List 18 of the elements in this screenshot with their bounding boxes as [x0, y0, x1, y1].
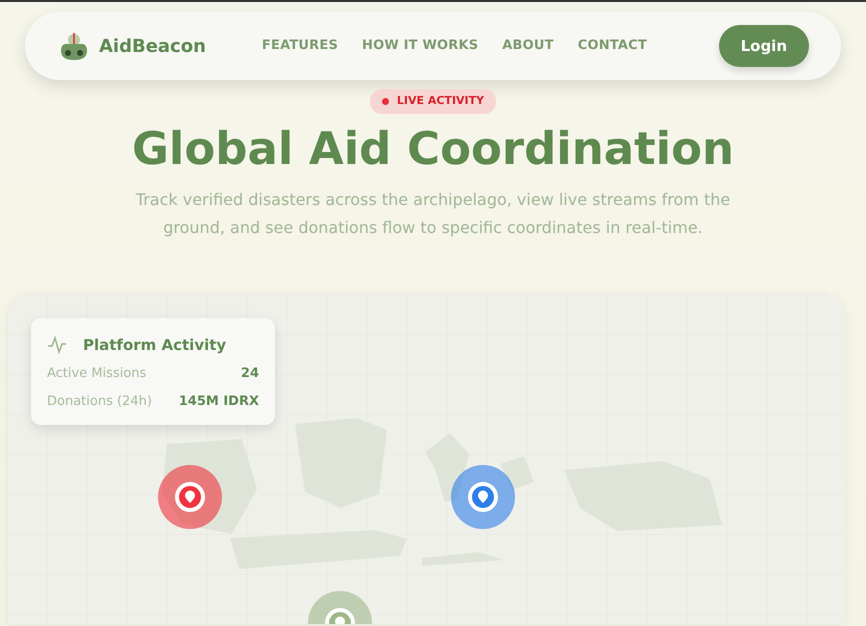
login-button[interactable]: Login	[718, 24, 809, 68]
nav-link[interactable]: ABOUT	[502, 36, 554, 56]
badge-label: LIVE ACTIVITY	[396, 93, 484, 110]
activity-card-title: Platform Activity	[83, 334, 226, 356]
pin-icon	[477, 490, 489, 504]
hero-subtitle: Track verified disasters across the archipelago, view live streams from the ground, and see donations flow to specific coordinates in real-time.	[134, 188, 732, 239]
stat-label: Active Missions	[47, 365, 146, 384]
brand-name[interactable]: AidBeacon	[99, 32, 206, 60]
pin-icon	[184, 490, 196, 504]
hero-title: Global Aid Coordination	[130, 122, 736, 176]
stat-label: Donations (24h)	[47, 392, 152, 411]
nav-link[interactable]: CONTACT	[578, 36, 647, 56]
activity-icon	[47, 336, 67, 354]
nav-link[interactable]: FEATURES	[262, 36, 338, 56]
live-dot-icon	[382, 98, 389, 105]
nav-link[interactable]: HOW IT WORKS	[362, 36, 478, 56]
stat-value: 24	[240, 365, 259, 384]
stat-value: 145M IDRX	[178, 392, 259, 411]
